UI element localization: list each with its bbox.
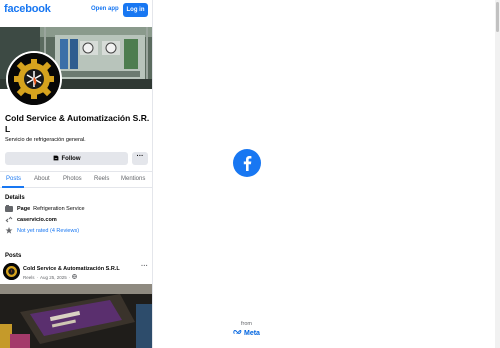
posts-heading: Posts: [5, 253, 22, 259]
star-icon: [5, 227, 13, 234]
more-options-button[interactable]: ···: [132, 152, 148, 165]
mobile-page-column: facebook Open app Log in Cold Service & …: [0, 0, 153, 348]
link-icon: [5, 216, 13, 223]
active-tab-indicator: [2, 186, 24, 188]
detail-website: caservicio.com: [5, 216, 60, 223]
login-button[interactable]: Log in: [123, 3, 148, 17]
follow-label: Follow: [61, 155, 81, 162]
follow-icon: [53, 155, 59, 163]
scrollbar-thumb[interactable]: [496, 2, 499, 32]
tab-mentions[interactable]: Mentions: [121, 176, 145, 182]
page-title: Cold Service & Automatización S.R. L: [5, 113, 150, 134]
meta-separator: ·: [68, 274, 71, 280]
meta-infinity-icon: [233, 329, 243, 337]
tab-photos[interactable]: Photos: [63, 176, 82, 182]
facebook-logo[interactable]: facebook: [4, 3, 51, 15]
open-app-link[interactable]: Open app: [91, 6, 119, 12]
tab-reels[interactable]: Reels: [94, 176, 109, 182]
category-value: Refrigeration Service: [33, 205, 85, 212]
details-heading: Details: [5, 195, 25, 201]
detail-category: Page Refrigeration Service: [5, 205, 85, 212]
page-tabs: Posts About Photos Reels Mentions: [0, 171, 152, 188]
tab-about[interactable]: About: [34, 176, 50, 182]
tab-posts[interactable]: Posts: [6, 176, 21, 182]
avatar[interactable]: [3, 263, 20, 280]
category-key: Page: [17, 205, 31, 212]
facebook-f-icon: [233, 149, 261, 177]
top-bar: facebook Open app Log in: [0, 0, 152, 22]
gear-snowflake-logo-image: [8, 53, 60, 105]
post-more-options[interactable]: ···: [141, 263, 148, 270]
flag-icon: [5, 205, 13, 212]
profile-picture[interactable]: [6, 51, 62, 107]
meta-wordmark: Meta: [244, 329, 260, 337]
scrollbar[interactable]: [495, 0, 500, 348]
post-author[interactable]: Cold Service & Automatización S.R.L: [23, 266, 120, 272]
from-label: from: [241, 321, 252, 327]
website-link[interactable]: caservicio.com: [17, 217, 57, 223]
page-description: Servicio de refrigeración general.: [5, 137, 86, 143]
detail-rating: Not yet rated (4 Reviews): [5, 227, 79, 234]
post-type: Reels: [23, 274, 35, 280]
meta-separator: ·: [36, 274, 39, 280]
globe-icon: [72, 274, 78, 280]
post-date[interactable]: Aug 25, 2025: [40, 275, 67, 280]
meta-logo: Meta: [233, 329, 260, 337]
post-media[interactable]: [0, 284, 152, 348]
post-meta: Reels · Aug 25, 2025 ·: [23, 274, 78, 280]
follow-button[interactable]: Follow: [5, 152, 128, 165]
rating-link[interactable]: Not yet rated (4 Reviews): [17, 228, 79, 234]
